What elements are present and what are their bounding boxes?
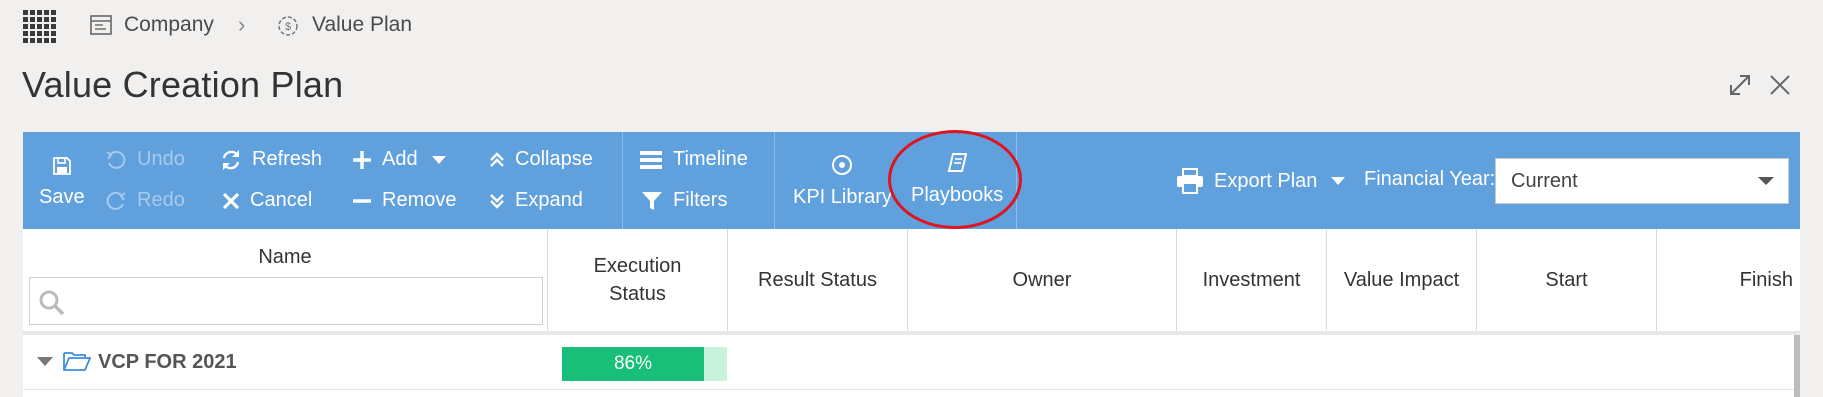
vertical-scrollbar[interactable]	[1794, 335, 1800, 397]
refresh-label: Refresh	[252, 148, 323, 170]
page-title: Value Creation Plan	[22, 64, 344, 105]
redo-icon	[106, 191, 126, 210]
cancel-icon	[222, 192, 240, 209]
owner-label: Owner	[1012, 269, 1072, 291]
collapse-button[interactable]: Collapse	[489, 148, 593, 171]
company-icon	[90, 15, 112, 35]
playbooks-label: Playbooks	[911, 184, 1004, 206]
timeline-icon	[640, 150, 662, 169]
minus-icon	[353, 198, 371, 203]
save-icon	[52, 157, 71, 175]
breadcrumb-value-plan-label: Value Plan	[312, 13, 413, 36]
export-plan-label: Export Plan	[1214, 169, 1318, 192]
breadcrumb-separator: ›	[238, 10, 245, 40]
app-grid-icon[interactable]	[23, 10, 57, 43]
close-icon[interactable]	[1767, 72, 1793, 98]
value-plan-icon: $	[278, 16, 298, 36]
expand-label: Expand	[515, 189, 583, 211]
breadcrumb-separator-glyph: ›	[238, 12, 246, 37]
folder-open-icon	[63, 352, 91, 371]
playbooks-button[interactable]: Playbooks	[911, 152, 1003, 207]
undo-icon	[106, 150, 126, 169]
result-status-label: Result Status	[758, 269, 877, 291]
filters-button[interactable]: Filters	[641, 189, 727, 212]
finish-label: Finish	[1739, 269, 1793, 291]
name-search-input[interactable]	[29, 277, 543, 325]
expand-button[interactable]: Expand	[489, 189, 583, 212]
financial-year-label: Financial Year:	[1364, 168, 1496, 190]
refresh-button[interactable]: Refresh	[220, 148, 322, 171]
column-header-result-status[interactable]: Result Status	[728, 229, 908, 331]
breadcrumb-company-label: Company	[124, 13, 214, 36]
cancel-button[interactable]: Cancel	[222, 189, 312, 212]
cancel-label: Cancel	[250, 189, 313, 211]
filter-icon	[642, 191, 662, 210]
financial-year-select[interactable]: Current	[1495, 158, 1789, 204]
save-label: Save	[39, 186, 85, 208]
kpi-library-button[interactable]: KPI Library	[793, 154, 892, 209]
execution-status-line2: Status	[609, 283, 666, 305]
column-header-start[interactable]: Start	[1477, 229, 1657, 331]
toolbar: Save Undo Redo Refresh Cancel Add Remove…	[23, 132, 1800, 229]
timeline-label: Timeline	[673, 148, 748, 170]
add-button[interactable]: Add	[352, 148, 446, 171]
column-header-name-label: Name	[258, 246, 312, 268]
kpi-library-label: KPI Library	[793, 186, 892, 208]
export-plan-button[interactable]: Export Plan	[1176, 168, 1346, 194]
breadcrumb-value-plan[interactable]: $ Value Plan	[276, 10, 412, 40]
refresh-icon	[222, 149, 240, 170]
save-button[interactable]: Save	[39, 156, 85, 209]
chevron-down-icon	[1331, 177, 1346, 185]
breadcrumb-company[interactable]: Company	[90, 10, 214, 40]
dropdown-arrow-icon	[1758, 177, 1774, 185]
collapse-label: Collapse	[515, 148, 593, 170]
toolbar-separator	[622, 132, 623, 229]
chevron-down-icon	[431, 155, 446, 164]
toolbar-separator	[1016, 132, 1017, 229]
printer-icon	[1177, 168, 1203, 194]
column-header-investment[interactable]: Investment	[1177, 229, 1327, 331]
search-icon	[39, 290, 65, 316]
filters-label: Filters	[673, 189, 728, 211]
undo-button[interactable]: Undo	[105, 148, 185, 171]
remove-button[interactable]: Remove	[352, 189, 456, 212]
redo-label: Redo	[137, 189, 185, 211]
table-row[interactable]: VCP FOR 2021 86%	[23, 335, 1800, 390]
investment-label: Investment	[1202, 269, 1301, 291]
toolbar-separator	[774, 132, 775, 229]
column-header-finish[interactable]: Finish	[1657, 229, 1807, 331]
undo-label: Undo	[137, 148, 185, 170]
column-header-value-impact[interactable]: Value Impact	[1327, 229, 1477, 331]
timeline-button[interactable]: Timeline	[639, 148, 748, 171]
remove-label: Remove	[382, 189, 457, 211]
value-impact-label: Value Impact	[1343, 269, 1460, 291]
execution-status-line1: Execution	[593, 255, 682, 277]
kpi-target-icon	[832, 155, 853, 175]
plan-grid: Name Execution Status Result Status Owne…	[23, 229, 1800, 397]
redo-button[interactable]: Redo	[105, 189, 185, 212]
column-header-execution-status[interactable]: Execution Status	[548, 229, 728, 331]
add-label: Add	[382, 148, 418, 170]
maximize-icon[interactable]	[1727, 72, 1753, 98]
start-label: Start	[1545, 269, 1588, 291]
execution-progress-bar: 86%	[562, 347, 727, 381]
top-bar: Company › $ Value Plan	[0, 0, 1823, 50]
plus-icon	[353, 150, 371, 169]
book-icon	[947, 153, 968, 172]
expand-row-toggle[interactable]	[37, 357, 53, 366]
financial-year-value: Current	[1511, 169, 1578, 192]
execution-progress-label: 86%	[613, 353, 653, 374]
svg-text:$: $	[285, 21, 291, 33]
row-name: VCP FOR 2021	[98, 351, 237, 373]
double-chevron-down-icon	[490, 193, 504, 209]
column-header-owner[interactable]: Owner	[908, 229, 1177, 331]
double-chevron-up-icon	[490, 151, 504, 167]
